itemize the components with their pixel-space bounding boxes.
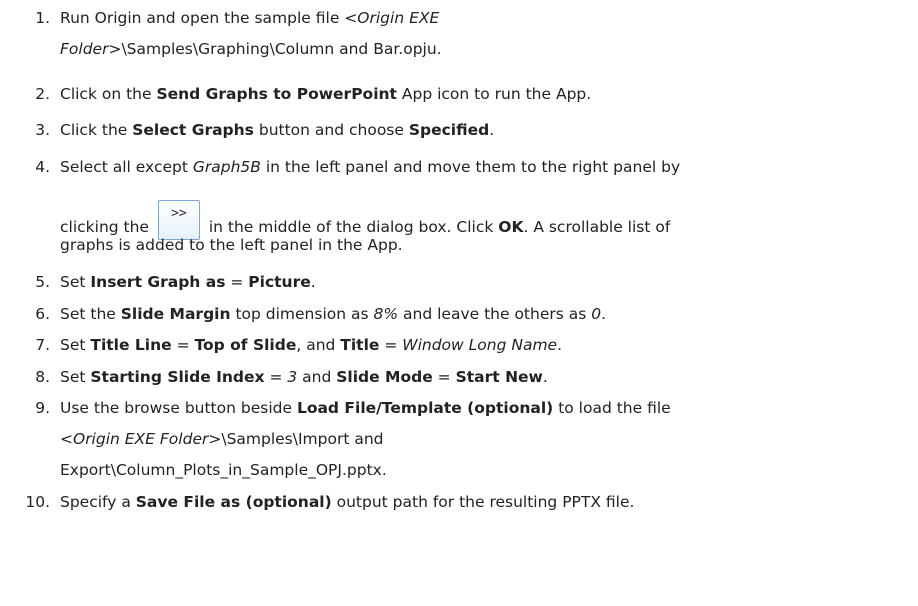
text-run: . A scrollable list of <box>523 218 671 236</box>
step-text-line: Set Title Line = Top of Slide, and Title… <box>60 335 562 355</box>
ui-term: Load File/Template (optional) <box>296 399 554 417</box>
text-run: . <box>601 305 607 323</box>
step-number: 1. <box>35 9 50 27</box>
text-run: \Samples\Import and <box>221 430 384 448</box>
ui-term: Send Graphs to PowerPoint <box>156 85 397 103</box>
ui-term: Specified <box>408 121 490 139</box>
text-run: Set the <box>60 305 121 323</box>
ui-term: Start New <box>455 368 543 386</box>
italic-value: 0 <box>591 305 602 323</box>
text-run: = <box>225 273 249 291</box>
step-text-line: Set the Slide Margin top dimension as 8%… <box>60 304 606 324</box>
step-text-line: <Origin EXE Folder>\Samples\Import and <box>60 429 384 449</box>
text-run: button and choose <box>253 121 409 139</box>
italic-value: <Origin EXE Folder> <box>60 430 222 448</box>
step-text-line: Specify a Save File as (optional) output… <box>60 492 634 512</box>
text-run: Click on the <box>60 85 157 103</box>
italic-value: 3 <box>287 368 298 386</box>
ui-term: Slide Margin <box>120 305 231 323</box>
step-text-line: Set Starting Slide Index = 3 and Slide M… <box>60 367 548 387</box>
text-run: Specify a <box>60 493 136 511</box>
text-run: = <box>264 368 288 386</box>
text-run: = <box>379 336 403 354</box>
step-text-line: graphs is added to the left panel in the… <box>60 235 403 255</box>
instruction-steps: 1. Run Origin and open the sample file <O… <box>0 0 918 606</box>
text-run: output path for the resulting PPTX file. <box>331 493 635 511</box>
step-number: 10. <box>25 493 50 511</box>
step-number: 4. <box>35 158 50 176</box>
ui-term: Title <box>340 336 380 354</box>
text-run: Set <box>60 336 91 354</box>
italic-value: Graph5B <box>192 158 261 176</box>
ui-term: Save File as (optional) <box>135 493 332 511</box>
italic-value: Folder> <box>60 40 122 58</box>
step-text-line: Use the browse button beside Load File/T… <box>60 398 671 418</box>
step-number: 5. <box>35 273 50 291</box>
text-run: App icon to run the App. <box>396 85 592 103</box>
text-run: graphs is added to the left panel in the… <box>60 236 403 254</box>
text-run: Run Origin and open the sample file <box>60 9 345 27</box>
text-run: . <box>489 121 495 139</box>
text-run: in the middle of the dialog box. Click <box>203 218 499 236</box>
ui-term: Insert Graph as <box>90 273 226 291</box>
text-run: in the left panel and move them to the r… <box>260 158 681 176</box>
ui-term: Picture <box>248 273 311 291</box>
step-text-line: Set Insert Graph as = Picture. <box>60 272 316 292</box>
text-run: and <box>297 368 337 386</box>
step-number: 6. <box>35 305 50 323</box>
ui-term: Slide Mode <box>336 368 433 386</box>
text-run: \Samples\Graphing\Column and Bar.opju. <box>121 40 442 58</box>
step-text-line: clicking the >> in the middle of the dia… <box>60 200 670 240</box>
step-number: 9. <box>35 399 50 417</box>
text-run: and leave the others as <box>398 305 592 323</box>
text-run: to load the file <box>553 399 671 417</box>
text-run: top dimension as <box>230 305 374 323</box>
step-text-line: Folder>\Samples\Graphing\Column and Bar.… <box>60 39 442 59</box>
move-right-button-image: >> <box>157 200 200 240</box>
text-run: Click the <box>60 121 133 139</box>
step-number: 7. <box>35 336 50 354</box>
ui-term: OK <box>498 218 524 236</box>
text-run: Select all except <box>60 158 193 176</box>
text-run: . <box>542 368 548 386</box>
text-run: clicking the <box>60 218 154 236</box>
text-run: Use the browse button beside <box>60 399 297 417</box>
ui-term: Select Graphs <box>132 121 254 139</box>
step-number: 2. <box>35 85 50 103</box>
step-text-line: Run Origin and open the sample file <Ori… <box>60 8 439 28</box>
double-chevron-right-icon: >> <box>171 206 187 221</box>
step-number: 8. <box>35 368 50 386</box>
step-text-line: Select all except Graph5B in the left pa… <box>60 157 680 177</box>
italic-value: <Origin EXE <box>344 9 440 27</box>
text-run: . <box>310 273 316 291</box>
italic-value: 8% <box>373 305 399 323</box>
italic-value: Window Long Name <box>402 336 558 354</box>
step-number: 3. <box>35 121 50 139</box>
ui-term: Top of Slide <box>194 336 297 354</box>
text-run: Set <box>60 368 91 386</box>
text-run: . <box>557 336 563 354</box>
text-run: , and <box>296 336 341 354</box>
step-text-line: Export\Column_Plots_in_Sample_OPJ.pptx. <box>60 460 387 480</box>
step-text-line: Click on the Send Graphs to PowerPoint A… <box>60 84 591 104</box>
text-run: = <box>171 336 195 354</box>
step-text-line: Click the Select Graphs button and choos… <box>60 120 494 140</box>
ui-term: Starting Slide Index <box>90 368 265 386</box>
ui-term: Title Line <box>90 336 172 354</box>
text-run: Export\Column_Plots_in_Sample_OPJ.pptx. <box>60 461 387 479</box>
text-run: = <box>432 368 456 386</box>
text-run: Set <box>60 273 91 291</box>
